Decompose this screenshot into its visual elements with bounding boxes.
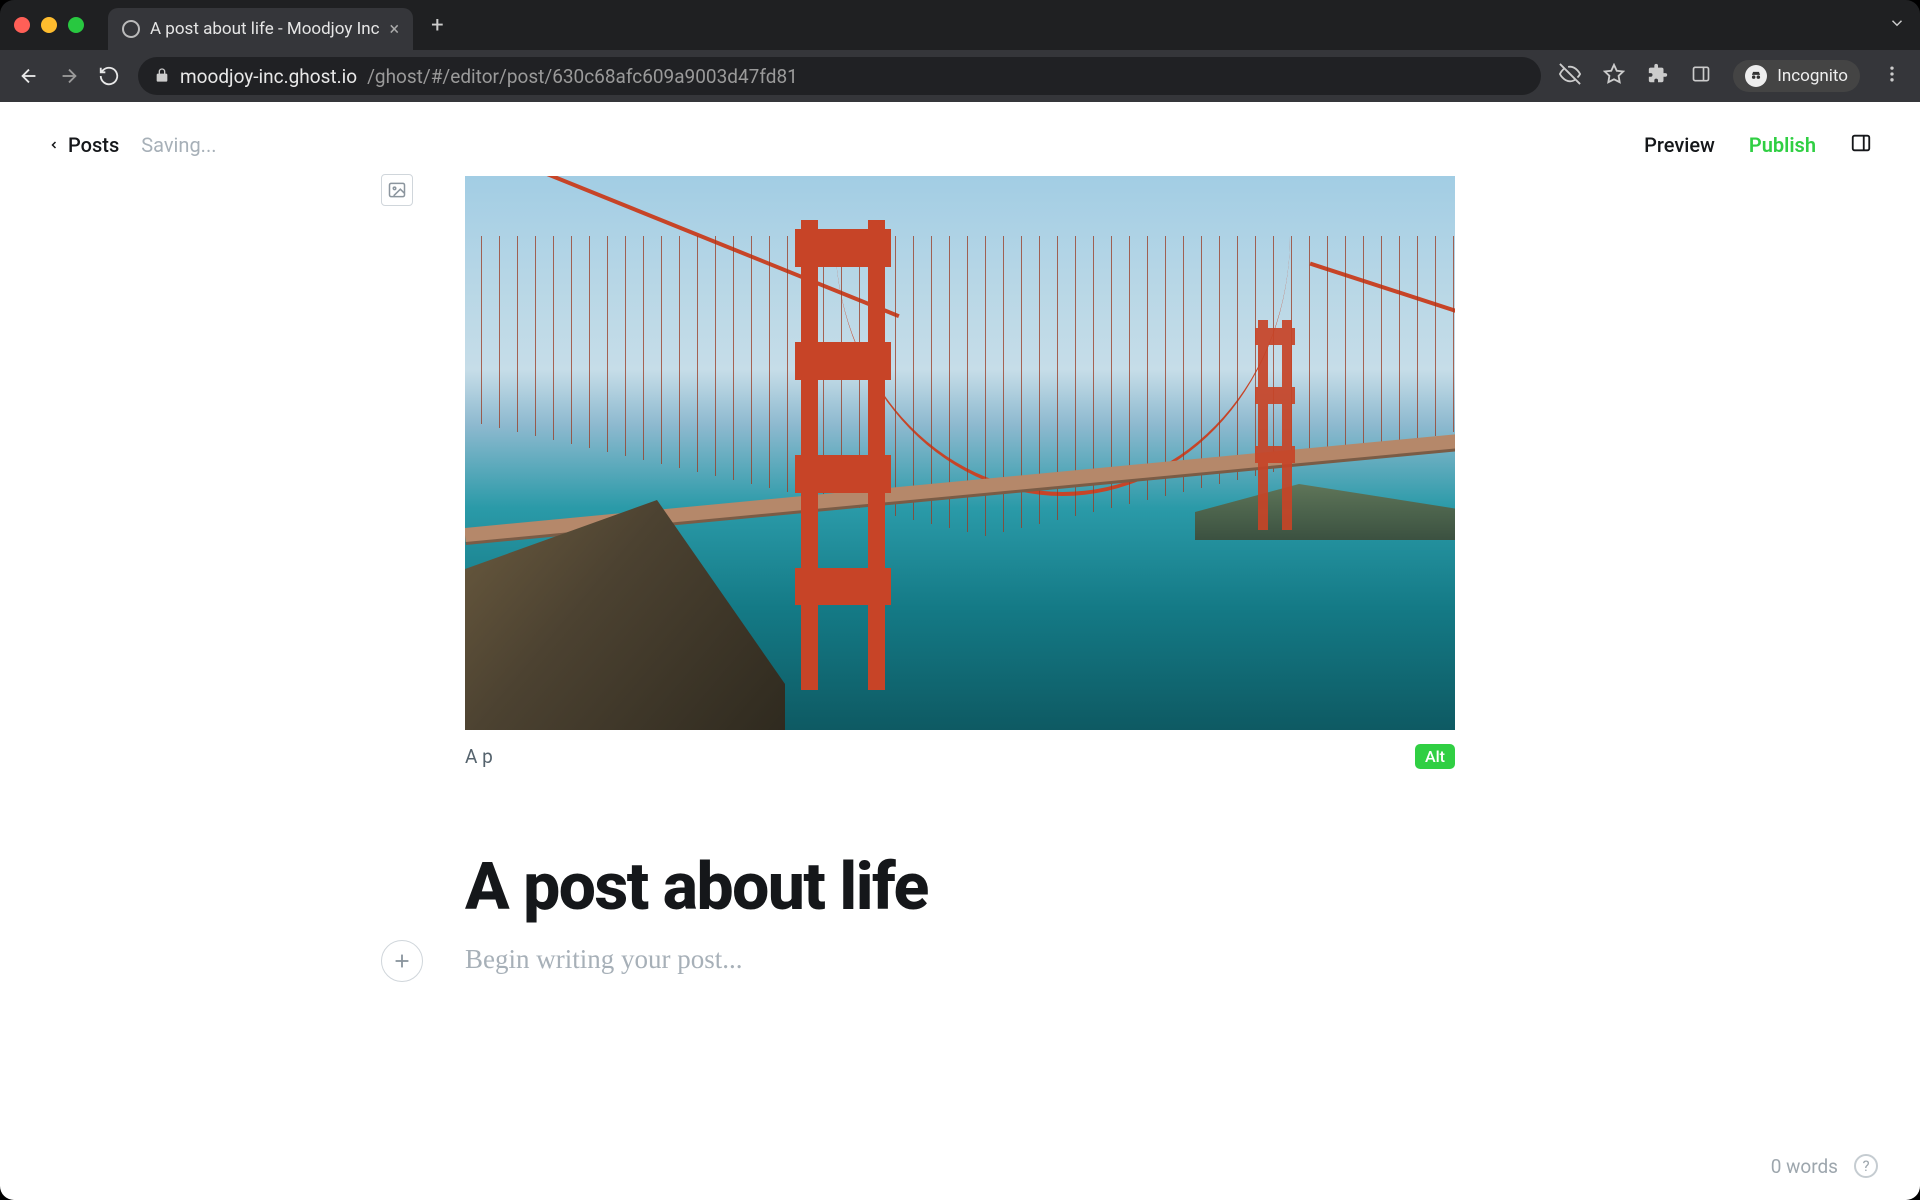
add-card-button[interactable]	[381, 940, 423, 982]
lock-icon	[154, 65, 170, 88]
incognito-icon	[1745, 65, 1767, 87]
post-body-placeholder[interactable]: Begin writing your post...	[465, 944, 1455, 975]
url-host: moodjoy-inc.ghost.io	[180, 65, 357, 88]
window-minimize-button[interactable]	[41, 17, 57, 33]
window-controls	[14, 17, 84, 33]
tab-title: A post about life - Moodjoy Inc	[150, 19, 380, 39]
settings-panel-toggle[interactable]	[1850, 132, 1872, 158]
incognito-badge[interactable]: Incognito	[1733, 60, 1860, 92]
active-tab[interactable]: A post about life - Moodjoy Inc ×	[108, 8, 413, 50]
editor-footer: 0 words ?	[1771, 1154, 1878, 1178]
nav-back-button[interactable]	[18, 65, 40, 87]
tab-favicon	[122, 20, 140, 38]
word-count: 0 words	[1771, 1155, 1838, 1178]
image-icon	[387, 180, 407, 200]
feature-image-button[interactable]	[381, 174, 413, 206]
back-to-posts-link[interactable]: Posts	[48, 133, 119, 157]
publish-button[interactable]: Publish	[1749, 133, 1816, 157]
url-field[interactable]: moodjoy-inc.ghost.io/ghost/#/editor/post…	[138, 57, 1541, 95]
caption-row: Alt	[465, 744, 1455, 769]
help-button[interactable]: ?	[1854, 1154, 1878, 1178]
ghost-editor-app: Posts Saving... Preview Publish	[0, 102, 1920, 1200]
eye-off-icon[interactable]	[1559, 63, 1581, 89]
close-tab-icon[interactable]: ×	[390, 19, 400, 40]
url-path: /ghost/#/editor/post/630c68afc609a9003d4…	[367, 65, 798, 88]
address-actions: Incognito	[1559, 60, 1902, 92]
feature-image[interactable]	[465, 176, 1455, 730]
browser-address-bar: moodjoy-inc.ghost.io/ghost/#/editor/post…	[0, 50, 1920, 102]
nav-reload-button[interactable]	[98, 65, 120, 87]
incognito-label: Incognito	[1777, 66, 1848, 86]
extensions-icon[interactable]	[1647, 63, 1669, 89]
bookmark-star-icon[interactable]	[1603, 63, 1625, 89]
back-label: Posts	[68, 133, 119, 157]
caption-input[interactable]	[465, 745, 1415, 768]
window-close-button[interactable]	[14, 17, 30, 33]
new-tab-button[interactable]: +	[431, 13, 443, 38]
alt-toggle-button[interactable]: Alt	[1415, 744, 1455, 769]
browser-tab-strip: A post about life - Moodjoy Inc × +	[0, 0, 1920, 50]
chevron-left-icon	[48, 139, 60, 151]
panel-right-icon	[1850, 132, 1872, 154]
tabs-dropdown-icon[interactable]	[1888, 14, 1906, 36]
preview-button[interactable]: Preview	[1644, 133, 1715, 157]
post-title-input[interactable]	[465, 849, 1455, 926]
window-maximize-button[interactable]	[68, 17, 84, 33]
plus-icon	[391, 950, 413, 972]
browser-menu-icon[interactable]	[1882, 64, 1902, 88]
editor-column: Alt Begin writing your post...	[465, 176, 1455, 975]
side-panel-icon[interactable]	[1691, 64, 1711, 88]
save-status: Saving...	[141, 133, 216, 157]
nav-forward-button[interactable]	[58, 65, 80, 87]
